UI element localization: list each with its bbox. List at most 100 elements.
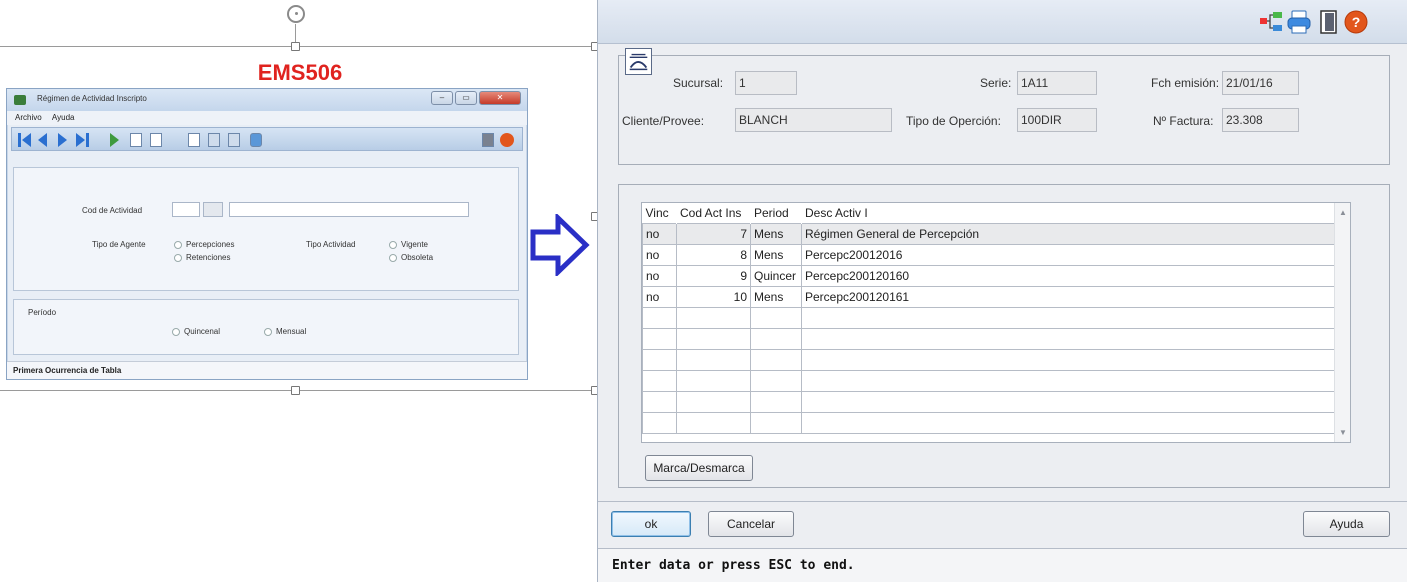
sucursal-field[interactable]: 1 <box>735 71 797 95</box>
new-document-icon[interactable] <box>188 133 201 147</box>
vigente-label: Vigente <box>401 240 428 249</box>
serie-label: Serie: <box>980 76 1012 90</box>
column-header-cod-act[interactable]: Cod Act Ins <box>676 203 751 223</box>
percepciones-radio[interactable] <box>174 241 182 249</box>
actividad-desc-input[interactable] <box>229 202 469 217</box>
image-icon[interactable] <box>228 133 241 147</box>
menu-ayuda[interactable]: Ayuda <box>52 113 75 122</box>
maximize-icon[interactable]: ▭ <box>455 91 477 105</box>
cancel-button[interactable]: Cancelar <box>708 511 794 537</box>
tipo-operacion-field[interactable]: 100DIR <box>1017 108 1097 132</box>
table-row[interactable]: no 8 Mens Percepc20012016 <box>642 243 1336 266</box>
mini-titlebar: Régimen de Actividad Inscripto – ▭ ✕ <box>7 89 527 111</box>
percepciones-label: Percepciones <box>186 240 235 249</box>
activities-table: Vinc Cod Act Ins Period Desc Activ I no … <box>642 203 1336 434</box>
next-record-icon[interactable] <box>58 133 71 147</box>
table-row-empty[interactable] <box>642 327 1336 350</box>
printer-icon[interactable] <box>1286 9 1312 35</box>
rotate-handle-icon[interactable] <box>287 5 305 23</box>
app-icon <box>14 95 26 105</box>
minimize-icon[interactable]: – <box>431 91 453 105</box>
marca-desmarca-button[interactable]: Marca/Desmarca <box>645 455 753 481</box>
menu-archivo[interactable]: Archivo <box>15 113 42 122</box>
mensual-label: Mensual <box>276 327 307 336</box>
cell-cod-act[interactable]: 7 <box>676 222 751 245</box>
tree-icon[interactable] <box>1258 9 1284 35</box>
save-icon[interactable] <box>130 133 143 147</box>
vigente-radio[interactable] <box>389 241 397 249</box>
quincenal-radio[interactable] <box>172 328 180 336</box>
first-record-icon[interactable] <box>18 133 31 147</box>
door-exit-icon[interactable] <box>1316 9 1342 35</box>
activities-grid[interactable]: Vinc Cod Act Ins Period Desc Activ I no … <box>641 202 1351 443</box>
serie-field[interactable]: 1A11 <box>1017 71 1097 95</box>
cell-desc[interactable]: Percepc200120161 <box>801 285 1336 308</box>
print-icon[interactable] <box>250 133 263 147</box>
scroll-down-icon[interactable]: ▼ <box>1339 428 1347 437</box>
table-row-empty[interactable] <box>642 348 1336 371</box>
resize-handle-bottom[interactable] <box>291 386 300 395</box>
cell-period[interactable]: Mens <box>750 222 802 245</box>
table-row[interactable]: no 10 Mens Percepc200120161 <box>642 285 1336 308</box>
cell-cod-act[interactable]: 10 <box>676 285 751 308</box>
mensual-radio[interactable] <box>264 328 272 336</box>
status-bar: Enter data or press ESC to end. <box>598 548 1407 582</box>
exit-door-icon[interactable] <box>482 133 495 147</box>
nro-factura-field[interactable]: 23.308 <box>1222 108 1299 132</box>
cell-desc[interactable]: Régimen General de Percepción <box>801 222 1336 245</box>
close-icon[interactable]: ✕ <box>479 91 521 105</box>
retenciones-label: Retenciones <box>186 253 231 262</box>
nro-factura-label: Nº Factura: <box>1153 114 1214 128</box>
view-icon[interactable] <box>208 133 221 147</box>
obsoleta-label: Obsoleta <box>401 253 434 262</box>
table-row-empty[interactable] <box>642 306 1336 329</box>
cod-actividad-input[interactable] <box>172 202 200 217</box>
cell-desc[interactable]: Percepc200120160 <box>801 264 1336 287</box>
resize-handle-top[interactable] <box>291 42 300 51</box>
cod-actividad-label: Cod de Actividad <box>82 206 143 215</box>
cell-vinc[interactable]: no <box>642 243 677 266</box>
column-header-desc[interactable]: Desc Activ I <box>801 203 1336 223</box>
cell-vinc[interactable]: no <box>642 264 677 287</box>
cell-cod-act[interactable]: 9 <box>676 264 751 287</box>
add-record-icon[interactable] <box>110 133 123 147</box>
fch-emision-label: Fch emisión: <box>1151 76 1220 90</box>
table-row-empty[interactable] <box>642 411 1336 434</box>
cliente-field[interactable]: BLANCH <box>735 108 892 132</box>
cell-period[interactable]: Mens <box>750 243 802 266</box>
help-icon[interactable]: ? <box>1343 9 1369 35</box>
status-message: Enter data or press ESC to end. <box>612 558 855 573</box>
previous-record-icon[interactable] <box>38 133 51 147</box>
table-row-empty[interactable] <box>642 369 1336 392</box>
help-icon[interactable] <box>500 133 514 147</box>
delete-icon[interactable] <box>150 133 163 147</box>
fch-emision-field[interactable]: 21/01/16 <box>1222 71 1299 95</box>
column-header-vinc[interactable]: Vinc <box>642 203 677 223</box>
activities-panel: Vinc Cod Act Ins Period Desc Activ I no … <box>618 184 1390 488</box>
grid-scrollbar[interactable]: ▲ ▼ <box>1334 203 1350 442</box>
cell-cod-act[interactable]: 8 <box>676 243 751 266</box>
ok-button[interactable]: ok <box>611 511 691 537</box>
last-record-icon[interactable] <box>76 133 89 147</box>
cell-desc[interactable]: Percepc20012016 <box>801 243 1336 266</box>
dialog-divider <box>598 501 1407 502</box>
cell-vinc[interactable]: no <box>642 222 677 245</box>
mini-window-title: Régimen de Actividad Inscripto <box>37 94 147 103</box>
column-header-period[interactable]: Period <box>750 203 802 223</box>
scroll-up-icon[interactable]: ▲ <box>1339 208 1347 217</box>
lookup-button[interactable] <box>203 202 223 217</box>
cell-period[interactable]: Quincer <box>750 264 802 287</box>
help-button[interactable]: Ayuda <box>1303 511 1390 537</box>
quincenal-label: Quincenal <box>184 327 221 336</box>
cell-period[interactable]: Mens <box>750 285 802 308</box>
table-row[interactable]: no 9 Quincer Percepc200120160 <box>642 264 1336 287</box>
retenciones-radio[interactable] <box>174 254 182 262</box>
periodo-label: Período <box>28 308 57 317</box>
cell-vinc[interactable]: no <box>642 285 677 308</box>
dialog-toolbar: ? <box>598 0 1407 44</box>
table-row[interactable]: no 7 Mens Régimen General de Percepción <box>642 222 1336 245</box>
dialog-window: ? Sucursal: 1 Serie: 1A11 Fch emisión: 2… <box>597 0 1407 582</box>
tipo-agente-label: Tipo de Agente <box>92 240 146 249</box>
obsoleta-radio[interactable] <box>389 254 397 262</box>
table-row-empty[interactable] <box>642 390 1336 413</box>
